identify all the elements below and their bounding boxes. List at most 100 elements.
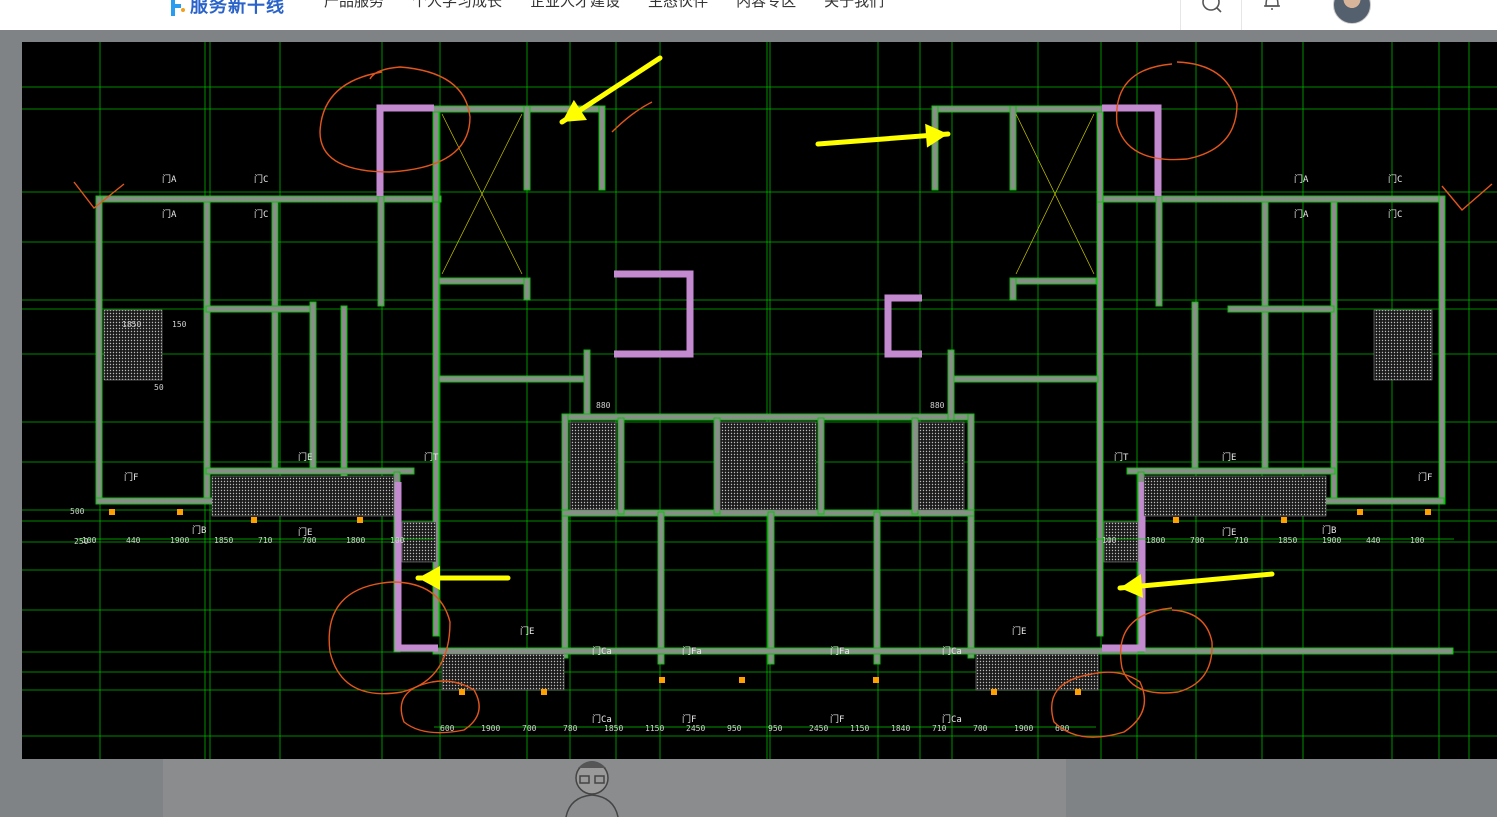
wall-right-cross: [1227, 305, 1335, 313]
menu-item-enterprise-talent[interactable]: 企业人才建设: [530, 0, 620, 11]
main-menu: 产品服务 个人学习成长 企业人才建设 生态伙伴 内容专区 关于我们: [324, 0, 912, 11]
side-dimension: 50: [154, 383, 164, 392]
wall-core-right: [1096, 195, 1104, 637]
wall-right-stub: [1155, 195, 1163, 307]
wall-center-p1: [617, 417, 625, 515]
column-marker: [873, 677, 879, 683]
wall-left-mid: [205, 467, 415, 475]
column-marker: [109, 509, 115, 515]
dimension-bottom-text: 1850: [604, 724, 623, 733]
nav-actions: [1180, 0, 1302, 30]
wall-left-inner: [309, 301, 317, 473]
dimension-bottom-text: 1150: [645, 724, 664, 733]
wall-center-p7: [873, 511, 881, 665]
dimension-bottom-text: 1840: [891, 724, 910, 733]
column-marker: [459, 689, 465, 695]
wall-center-p5: [657, 511, 665, 665]
side-dimension: 880: [930, 401, 945, 410]
dimension-left-text: 710: [258, 536, 273, 545]
menu-item-products[interactable]: 产品服务: [324, 0, 384, 11]
wall-stair-left-inner: [931, 105, 939, 191]
dimension-left-text: 700: [302, 536, 317, 545]
notification-bell-icon: [1264, 0, 1280, 10]
room-label: 门B: [1322, 524, 1336, 536]
hatch-left-bottom: [211, 475, 395, 517]
annotation-tick-right: [1441, 183, 1493, 211]
room-label: 门A: [162, 208, 177, 220]
dimension-right-text: 440: [1366, 536, 1381, 545]
dimension-bottom-text: 1900: [1014, 724, 1033, 733]
wall-center-left: [561, 413, 569, 659]
wall-left-top: [95, 195, 442, 203]
notification-button[interactable]: [1241, 0, 1302, 30]
dimension-right-text: 100: [1102, 536, 1117, 545]
side-dimension: 150: [172, 320, 187, 329]
wall-corridor-right: [947, 375, 1099, 383]
room-label: 门E: [520, 625, 534, 637]
purple-wall-top-right: [1102, 104, 1162, 196]
dimension-left-text: 1900: [170, 536, 189, 545]
room-label: 门B: [192, 524, 206, 536]
mascot-illustration: [565, 761, 619, 817]
wall-right-partition: [1330, 201, 1338, 499]
purple-wall-bottom-right: [1102, 482, 1146, 652]
room-label: 门A: [1294, 208, 1309, 220]
wall-left-partition-2: [271, 201, 279, 473]
column-marker: [659, 677, 665, 683]
side-dimension: 880: [596, 401, 611, 410]
wall-stair-bottom-right: [1009, 277, 1097, 285]
hatch-bottom-right: [975, 653, 1099, 691]
wall-center-p3: [817, 417, 825, 515]
wall-left-bottom: [95, 497, 219, 505]
user-avatar[interactable]: [1333, 0, 1371, 24]
wall-left-partition: [203, 201, 211, 499]
wall-stair-left: [432, 105, 440, 203]
wall-stair-drop: [523, 277, 531, 301]
dimension-bottom-text: 2450: [686, 724, 705, 733]
room-label: 门A: [162, 173, 177, 185]
wall-right-outer: [1438, 195, 1446, 505]
menu-item-content[interactable]: 内容专区: [736, 0, 796, 11]
logo-icon: [171, 0, 185, 16]
menu-item-about[interactable]: 关于我们: [824, 0, 884, 11]
dimension-bottom-text: 700: [973, 724, 988, 733]
room-label: 门E: [1222, 451, 1236, 463]
dimension-bottom-text: 1900: [481, 724, 500, 733]
column-marker: [739, 677, 745, 683]
room-label: 门C: [1388, 208, 1402, 220]
hatch-center-1: [569, 421, 617, 511]
dimension-bottom-text: 950: [727, 724, 742, 733]
wall-stair-right: [598, 105, 606, 191]
menu-item-partners[interactable]: 生态伙伴: [648, 0, 708, 11]
dimension-right-text: 1800: [1146, 536, 1165, 545]
wall-stair-mid-right: [1009, 105, 1017, 191]
side-dimension: 250: [74, 537, 89, 546]
floor-plan-drawing: 门A 门C 门A 门C 门A 门C 门A 门C 门T 门T 门F 门F 门E 门E 门B 门B 门E 门E 门Ca 门…: [22, 42, 1497, 759]
column-marker: [251, 517, 257, 523]
dimension-left-text: 1850: [214, 536, 233, 545]
wall-stair-right-outer: [1096, 105, 1104, 203]
wall-stair-mid: [523, 105, 531, 191]
wall-stair-top-right: [931, 105, 1103, 113]
room-label: 门F: [1418, 471, 1432, 483]
cad-floor-plan-image[interactable]: 门A 门C 门A 门C 门A 门C 门A 门C 门T 门T 门F 门F 门E 门E 门B 门B 门E 门E 门Ca 门…: [22, 42, 1497, 759]
hatch-bottom-left: [441, 653, 565, 691]
wall-center-p6: [767, 511, 775, 665]
wall-corridor: [438, 375, 590, 383]
dimension-bottom-text: 700: [522, 724, 537, 733]
site-logo[interactable]: 服务新干线: [168, 0, 285, 18]
room-label: 门Fa: [830, 645, 850, 657]
search-button[interactable]: [1180, 0, 1241, 30]
dimension-bottom-text: 1150: [850, 724, 869, 733]
room-label: 门Fa: [682, 645, 702, 657]
annotation-circle-top-left: [319, 66, 471, 173]
menu-item-personal-growth[interactable]: 个人学习成长: [412, 0, 502, 11]
annotation-marks: [73, 55, 1493, 738]
annotation-circle-bottom-left: [328, 581, 451, 695]
hatch-center-2: [719, 421, 817, 511]
side-dimension: 1850: [122, 320, 141, 329]
dimension-right-text: 1850: [1278, 536, 1297, 545]
logo-text: 服务新干线: [190, 0, 285, 16]
dimension-right-text: 1900: [1322, 536, 1341, 545]
dimension-right-text: 700: [1190, 536, 1205, 545]
